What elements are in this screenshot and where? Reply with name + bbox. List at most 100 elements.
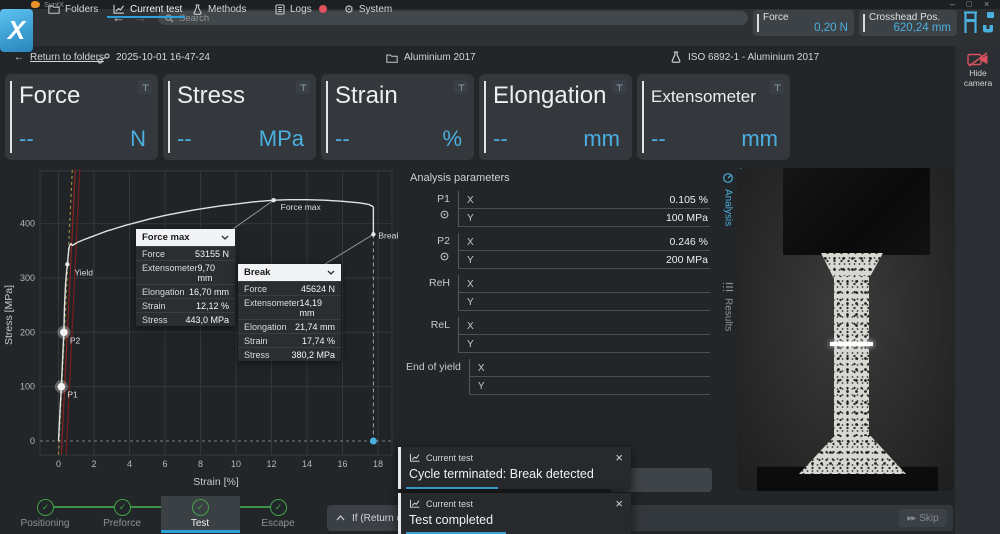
pin-icon[interactable] <box>770 80 784 94</box>
folder-icon <box>48 4 60 14</box>
tab-system[interactable]: ⚙ System <box>344 0 392 18</box>
svg-text:200: 200 <box>20 327 35 337</box>
svg-text:400: 400 <box>20 219 35 229</box>
param-field-y[interactable]: Y100 MPa <box>459 209 710 227</box>
flask-icon <box>192 4 203 15</box>
workflow-step-preforce[interactable]: ✓ <box>114 499 131 516</box>
chain-link-icon <box>97 53 110 64</box>
panel-unit: % <box>442 126 462 152</box>
close-icon[interactable]: × <box>615 497 623 510</box>
target-picker-icon[interactable] <box>439 209 450 220</box>
marker-tooltip-break: Break Force45624 N Extensometer14,19 mm … <box>238 264 341 361</box>
minimize-button[interactable]: – <box>950 0 955 9</box>
close-button[interactable]: × <box>984 0 989 9</box>
tab-methods[interactable]: Methods <box>192 0 246 18</box>
return-to-folders-link[interactable]: ← Return to folders <box>14 52 104 63</box>
tab-folders-label: Folders <box>65 4 98 15</box>
param-field-x[interactable]: X <box>459 317 710 335</box>
svg-text:100: 100 <box>20 382 35 392</box>
workflow-step-escape[interactable]: ✓ <box>270 499 287 516</box>
measurement-panel-force: Force -- N <box>5 74 158 160</box>
folder-icon <box>386 53 398 63</box>
marker-select-break[interactable]: Break <box>238 264 341 281</box>
svg-text:Strain [%]: Strain [%] <box>193 476 239 488</box>
group-label: ReH <box>429 277 450 289</box>
workflow-step-test[interactable]: ✓ <box>192 499 209 516</box>
param-field-x[interactable]: X0.105 % <box>459 191 710 209</box>
machine-frame-icon[interactable] <box>963 11 978 34</box>
skip-button[interactable]: ▶▶ Skip <box>899 509 947 527</box>
panel-title: Strain <box>335 82 398 110</box>
back-arrow-icon[interactable]: ← <box>112 10 125 25</box>
svg-text:P1: P1 <box>67 390 78 400</box>
panel-value: -- <box>651 126 666 152</box>
tooltip-row: Stress380,2 MPa <box>238 347 341 361</box>
svg-text:P2: P2 <box>70 335 81 345</box>
grips-tool-icon[interactable] <box>981 11 997 34</box>
search-input[interactable] <box>179 13 741 24</box>
pin-icon[interactable] <box>454 80 468 94</box>
param-field-x[interactable]: X <box>459 275 710 293</box>
svg-text:6: 6 <box>162 459 167 469</box>
param-field-y[interactable]: Y <box>459 335 710 353</box>
if-button-label: If (Return e <box>352 513 402 524</box>
param-field-x[interactable]: X0.246 % <box>459 233 710 251</box>
svg-text:Yield: Yield <box>74 267 93 277</box>
marker-tooltip-force-max: Force max Force53155 N Extensometer9,70 … <box>136 229 235 326</box>
svg-text:Break: Break <box>378 230 398 240</box>
param-field-y[interactable]: Y <box>459 293 710 311</box>
measurement-panel-extensometer: Extensometer -- mm <box>637 74 790 160</box>
side-tab-label: Results <box>723 298 734 331</box>
check-icon: ✓ <box>275 502 283 513</box>
tooltip-row: Extensometer9,70 mm <box>136 260 235 284</box>
param-field-y[interactable]: Y200 MPa <box>459 251 710 269</box>
force-readout-value: 0,20 N <box>814 22 848 34</box>
workflow-label-preforce: Preforce <box>82 518 162 529</box>
camera-off-icon <box>959 52 997 67</box>
tooltip-row: Force45624 N <box>238 281 341 295</box>
chevron-down-icon <box>327 270 335 275</box>
measurement-panel-strain: Strain -- % <box>321 74 474 160</box>
panel-accent-bar <box>168 81 170 153</box>
toast-title: Current test <box>426 453 473 463</box>
panel-value: -- <box>177 126 192 152</box>
readout-accent-bar <box>863 14 865 32</box>
marker-select-force-max[interactable]: Force max <box>136 229 235 246</box>
close-icon[interactable]: × <box>615 451 623 464</box>
tab-folders[interactable]: Folders <box>48 0 98 18</box>
panel-accent-bar <box>326 81 328 153</box>
fast-forward-icon: ▶▶ <box>907 514 915 522</box>
pin-icon[interactable] <box>296 80 310 94</box>
maximize-button[interactable]: ▢ <box>966 0 973 8</box>
pin-icon[interactable] <box>138 80 152 94</box>
notification-toast: Current test × Cycle terminated: Break d… <box>398 447 631 489</box>
chevron-down-icon <box>221 235 229 240</box>
check-icon: ✓ <box>42 502 50 513</box>
crosshead-readout-value: 620,24 mm <box>893 22 951 34</box>
gauge-icon <box>722 172 734 184</box>
right-side-strip <box>955 46 1000 534</box>
checklist-icon <box>722 281 734 293</box>
svg-text:18: 18 <box>373 459 383 469</box>
workflow-step-positioning[interactable]: ✓ <box>37 499 54 516</box>
logs-icon <box>275 4 285 15</box>
line-chart-icon <box>409 453 421 462</box>
param-field-y[interactable]: Y <box>470 377 710 395</box>
method-breadcrumb[interactable]: ISO 6892-1 - Aluminium 2017 <box>670 51 819 63</box>
folder-breadcrumb[interactable]: Aluminium 2017 <box>386 52 476 63</box>
analysis-parameters-panel: Analysis parameters P1 X0.105 % Y100 MPa… <box>400 165 716 495</box>
param-field-x[interactable]: X <box>470 359 710 377</box>
pin-icon[interactable] <box>612 80 626 94</box>
svg-text:16: 16 <box>337 459 347 469</box>
forward-arrow-icon[interactable]: → <box>134 10 147 25</box>
back-arrow-icon: ← <box>14 52 24 63</box>
group-label: P1 <box>437 193 450 205</box>
tab-logs[interactable]: Logs <box>275 0 312 18</box>
target-picker-icon[interactable] <box>439 251 450 262</box>
force-readout-label: Force <box>763 12 789 23</box>
search-box[interactable] <box>158 11 748 25</box>
hide-camera-button[interactable]: Hide camera <box>959 52 997 89</box>
tooltip-title: Break <box>244 267 270 278</box>
folder-name: Aluminium 2017 <box>404 52 476 63</box>
app-window: SyntX – ▢ × X ← → Force 0,20 N Crosshead… <box>0 0 1000 534</box>
